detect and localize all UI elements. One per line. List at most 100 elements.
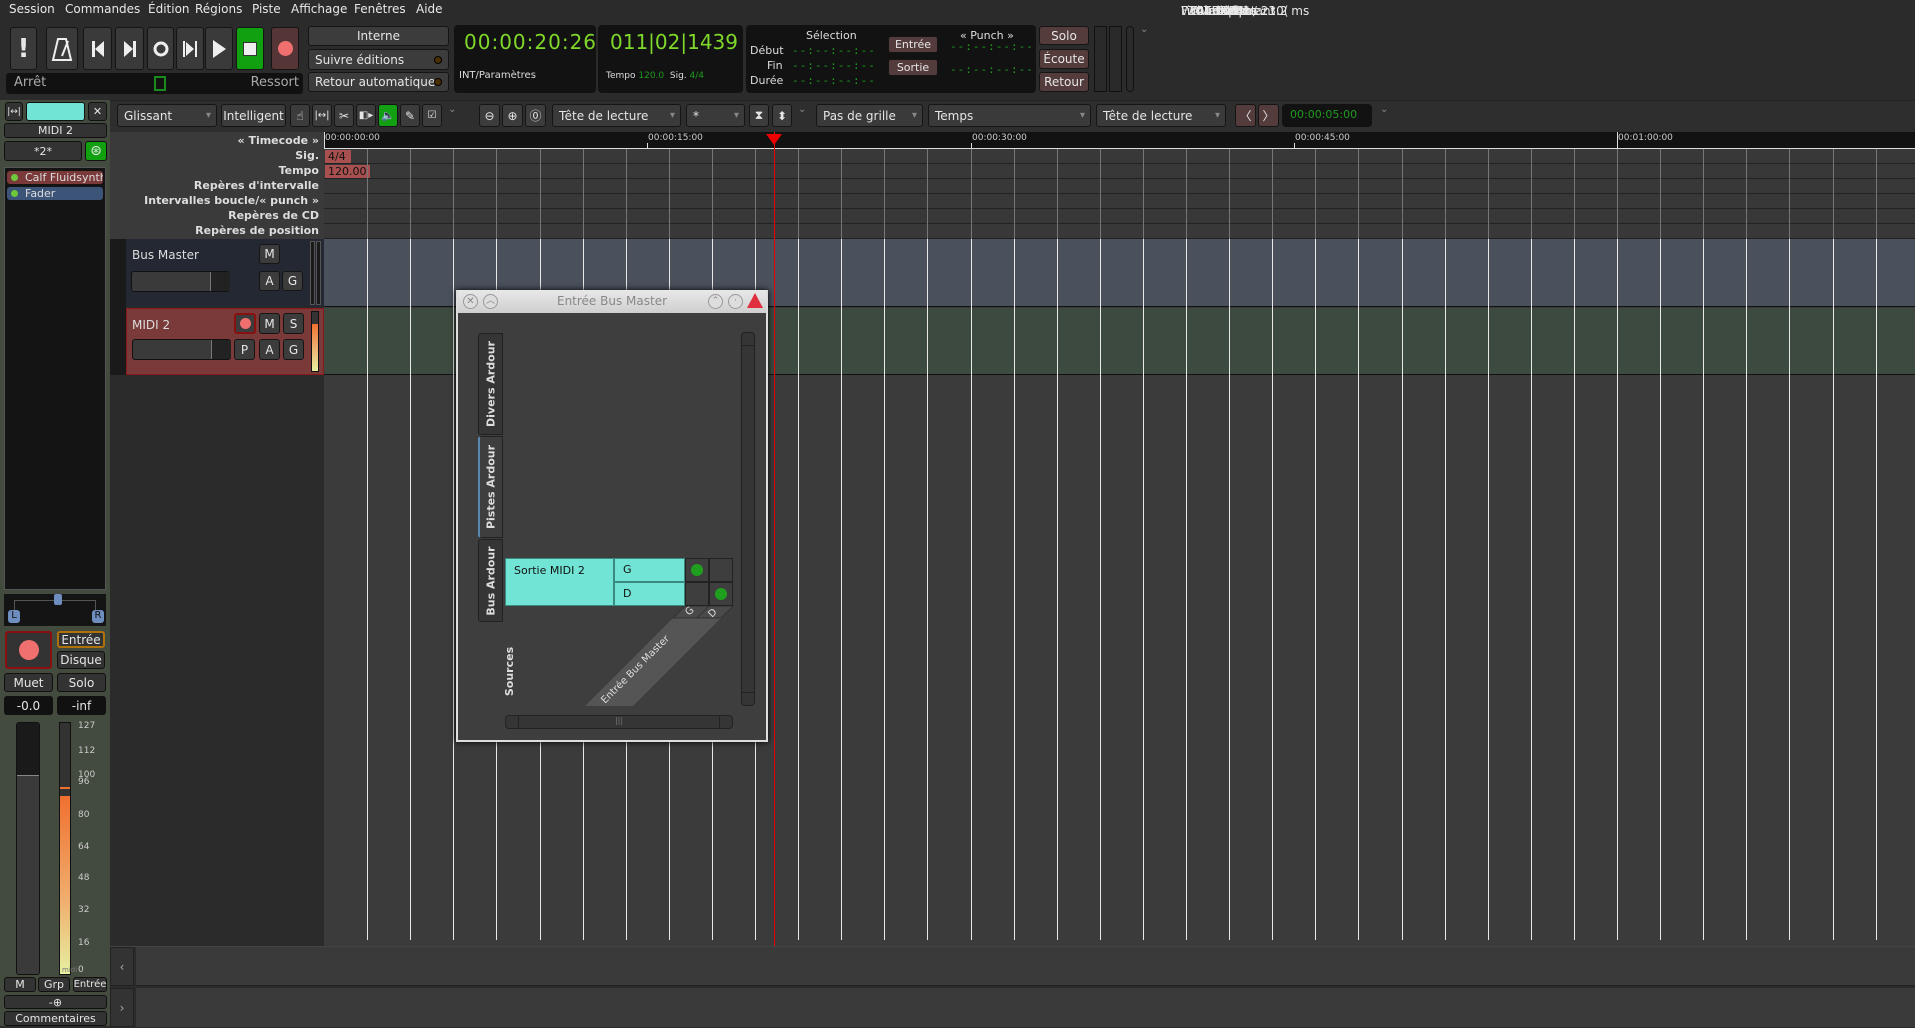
automation-button[interactable]: A: [259, 339, 280, 360]
horizontal-scrollbar[interactable]: |||: [505, 715, 733, 729]
stretch-tool[interactable]: ◧▸: [356, 104, 376, 127]
source-port-label[interactable]: Sortie MIDI 2: [505, 558, 614, 606]
auto-return-button[interactable]: Retour automatique: [308, 72, 449, 92]
playhead[interactable]: [766, 132, 782, 946]
loop-button[interactable]: [147, 27, 174, 70]
mute-button[interactable]: Muet: [4, 673, 53, 692]
gain-slider[interactable]: [131, 271, 230, 292]
mute-button[interactable]: M: [259, 313, 280, 334]
menu-edit[interactable]: Édition: [148, 2, 190, 16]
summary-pane[interactable]: [136, 947, 1915, 986]
source-channel-left[interactable]: G: [614, 558, 685, 582]
rec-enable-button[interactable]: [5, 631, 52, 669]
content-tool[interactable]: ☑: [422, 104, 442, 127]
summary-pane[interactable]: [136, 988, 1915, 1027]
zoom-out-button[interactable]: ⊖: [479, 104, 500, 127]
range-ruler[interactable]: [324, 179, 1915, 194]
output-button[interactable]: -⊕: [4, 995, 107, 1009]
draw-tool[interactable]: ✎: [400, 104, 420, 127]
tab-divers-ardour[interactable]: Divers Ardour: [478, 333, 503, 435]
input-button[interactable]: *2*: [4, 141, 82, 161]
solo-button[interactable]: Solo: [57, 673, 106, 692]
playhead-marker-icon[interactable]: [766, 134, 782, 145]
keep-above-icon[interactable]: ⌃: [708, 294, 723, 309]
menu-session[interactable]: Session: [9, 2, 55, 16]
chevron-down-icon[interactable]: ⌄: [798, 104, 806, 115]
peak-display[interactable]: -inf: [57, 696, 106, 715]
listen-button[interactable]: Écoute: [1039, 49, 1089, 69]
smart-mode-button[interactable]: Intelligent: [221, 104, 286, 127]
punch-in-clock[interactable]: --:--:--:--: [950, 40, 1034, 53]
solo-button[interactable]: S: [283, 313, 304, 334]
ruler-label-markers[interactable]: Repères de position: [195, 224, 319, 237]
track-name[interactable]: MIDI 2: [132, 318, 170, 332]
menu-windows[interactable]: Fenêtres: [354, 2, 406, 16]
track-header-midi-2[interactable]: MIDI 2 M S P A G: [126, 308, 324, 375]
track-name[interactable]: Bus Master: [132, 248, 199, 262]
plugin-calf-fluidsynth[interactable]: Calf Fluidsynth: [7, 171, 103, 184]
source-channel-right[interactable]: D: [614, 582, 685, 606]
follow-edits-button[interactable]: Suivre éditions: [308, 49, 449, 70]
metronome-button[interactable]: [46, 27, 78, 70]
group-button[interactable]: G: [283, 339, 304, 360]
ruler-label-tempo[interactable]: Tempo: [279, 164, 319, 177]
plugin-active-led[interactable]: [11, 174, 18, 181]
menu-commands[interactable]: Commandes: [65, 2, 140, 16]
edit-mode-select[interactable]: Glissant: [117, 104, 217, 127]
grid-mode-select[interactable]: Pas de grille: [816, 104, 923, 127]
matrix-cell-g-g[interactable]: [685, 558, 709, 582]
menu-regions[interactable]: Régions: [195, 2, 242, 16]
meter-ruler[interactable]: [324, 149, 1915, 164]
nudge-clock[interactable]: 00:00:05:00: [1282, 104, 1372, 127]
panner[interactable]: L R: [4, 594, 106, 626]
color-button[interactable]: [26, 102, 85, 121]
secondary-clock[interactable]: 011|02|1439 Tempo 120.0 Sig. 4/4: [598, 25, 743, 93]
plugin-active-led[interactable]: [11, 190, 18, 197]
return-button[interactable]: Retour: [1039, 72, 1089, 92]
audition-tool[interactable]: 🔈: [378, 104, 398, 127]
ruler-label-loop-punch[interactable]: Intervalles boucle/« punch »: [144, 194, 319, 207]
meter-point-button[interactable]: M: [4, 977, 36, 992]
visible-tracks-select[interactable]: *: [686, 104, 745, 127]
primary-clock[interactable]: 00:00:20:26 INT/Paramètres: [454, 25, 596, 93]
zoom-in-button[interactable]: ⊕: [502, 104, 523, 127]
scroll-left-button[interactable]: ‹: [110, 947, 134, 986]
punch-out-button[interactable]: Sortie: [888, 59, 938, 76]
shrink-tracks-button[interactable]: ⧗: [749, 104, 769, 127]
expand-tracks-button[interactable]: ⬍: [772, 104, 792, 127]
cd-ruler[interactable]: [324, 209, 1915, 224]
play-button[interactable]: [205, 27, 233, 70]
strip-name-button[interactable]: MIDI 2: [4, 123, 107, 138]
scroll-right-button[interactable]: ›: [110, 988, 134, 1027]
gain-fader[interactable]: [16, 722, 40, 975]
play-range-button[interactable]: [176, 27, 204, 70]
selection-start-clock[interactable]: --:--:--:--: [792, 44, 876, 57]
stop-button[interactable]: [236, 27, 264, 70]
width-button[interactable]: |↔|: [5, 102, 23, 121]
monitor-disk-button[interactable]: Disque: [57, 651, 105, 669]
chevron-down-icon[interactable]: ⌄: [1140, 24, 1148, 35]
chevron-down-icon[interactable]: ⌄: [1380, 104, 1388, 115]
close-strip-button[interactable]: ✕: [88, 102, 107, 121]
monitor-input-button[interactable]: Entrée: [57, 631, 105, 648]
nudge-back-button[interactable]: 〈: [1235, 104, 1256, 127]
ruler-label-ranges[interactable]: Repères d'intervalle: [194, 179, 319, 192]
plugin-fader[interactable]: Fader: [7, 187, 103, 200]
gain-slider[interactable]: [132, 339, 231, 360]
sync-button[interactable]: Interne: [308, 26, 449, 46]
nudge-forward-button[interactable]: 〉: [1258, 104, 1279, 127]
ruler-label-timecode[interactable]: « Timecode »: [238, 134, 319, 147]
shuttle-mode[interactable]: Ressort: [251, 75, 299, 90]
dialog-titlebar[interactable]: ✕ ︿ Entrée Bus Master ⌃ ·: [458, 290, 766, 313]
goto-start-button[interactable]: [83, 27, 112, 70]
tab-pistes-ardour[interactable]: Pistes Ardour: [478, 436, 503, 538]
menu-view[interactable]: Affichage: [291, 2, 347, 16]
grab-tool[interactable]: ☝: [290, 104, 310, 127]
record-button[interactable]: [271, 27, 299, 70]
zoom-focus-select[interactable]: Tête de lecture: [552, 104, 681, 127]
punch-out-clock[interactable]: --:--:--:--: [950, 63, 1034, 76]
matrix-cell-d-d[interactable]: [709, 582, 733, 606]
error-log-button[interactable]: !: [10, 27, 37, 70]
chevron-down-icon[interactable]: ⌄: [448, 104, 456, 115]
ruler-label-meter[interactable]: Sig.: [295, 149, 319, 162]
